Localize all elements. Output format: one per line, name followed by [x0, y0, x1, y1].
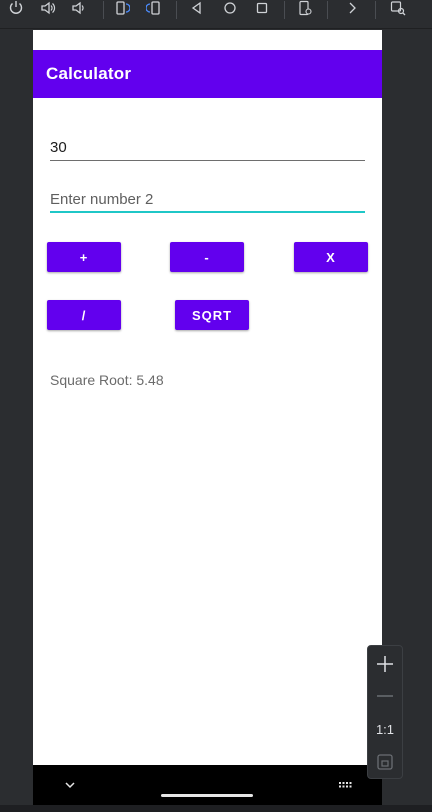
overview-icon[interactable]: [254, 0, 270, 16]
chevron-down-icon[interactable]: [64, 780, 76, 790]
toolbar-separator: [103, 1, 104, 19]
divide-button[interactable]: /: [47, 300, 121, 330]
keyboard-icon[interactable]: [338, 780, 352, 790]
rotate-right-icon[interactable]: [145, 0, 162, 16]
app-bar: Calculator: [33, 50, 382, 98]
emulator-toolbar: [0, 0, 432, 29]
number2-placeholder: Enter number 2: [50, 191, 154, 208]
sqrt-button[interactable]: SQRT: [175, 300, 249, 330]
number1-value: 30: [50, 139, 67, 156]
device-screen: Calculator 30 Enter number 2 + - X / SQR…: [33, 30, 382, 805]
power-icon[interactable]: [8, 0, 24, 16]
app-title: Calculator: [46, 64, 132, 83]
volume-up-icon[interactable]: [40, 0, 56, 16]
gesture-handle[interactable]: [161, 794, 253, 797]
toolbar-separator: [327, 1, 328, 19]
navigation-bar: [33, 765, 382, 805]
back-icon[interactable]: [189, 0, 205, 16]
toolbar-separator: [375, 1, 376, 19]
volume-down-icon[interactable]: [71, 0, 87, 16]
subtract-button[interactable]: -: [170, 242, 244, 272]
result-text: Square Root: 5.48: [50, 372, 164, 388]
fit-screen-icon[interactable]: [376, 753, 394, 771]
zoom-out-icon[interactable]: [375, 686, 395, 706]
zoom-ratio[interactable]: 1:1: [368, 722, 402, 737]
device-settings-icon[interactable]: [297, 0, 313, 16]
toolbar-separator: [284, 1, 285, 19]
number2-underline: [50, 211, 365, 213]
multiply-button[interactable]: X: [294, 242, 368, 272]
more-icon[interactable]: [344, 0, 360, 16]
screenshot-search-icon[interactable]: [390, 0, 406, 16]
number1-underline: [50, 160, 365, 161]
rotate-left-icon[interactable]: [114, 0, 131, 16]
number1-field[interactable]: 30: [50, 131, 365, 161]
zoom-in-icon[interactable]: [375, 654, 395, 674]
number2-field[interactable]: Enter number 2: [50, 183, 365, 213]
toolbar-separator: [176, 1, 177, 19]
home-icon[interactable]: [222, 0, 238, 16]
zoom-panel: 1:1: [367, 645, 403, 779]
add-button[interactable]: +: [47, 242, 121, 272]
bottom-edge: [0, 805, 432, 812]
status-bar: [33, 30, 382, 50]
